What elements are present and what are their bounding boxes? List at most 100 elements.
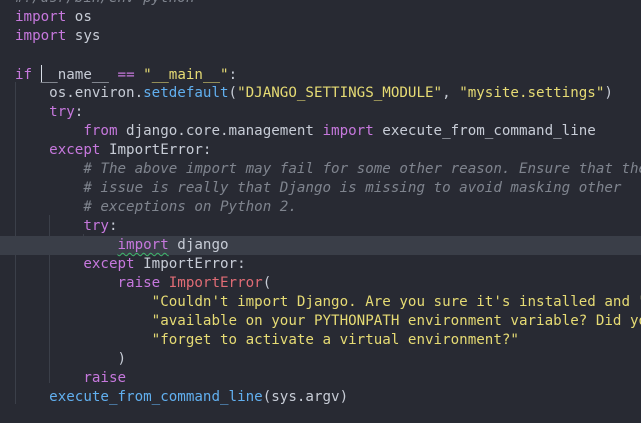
code-text: import django bbox=[15, 236, 229, 255]
code-token: "Couldn't import Django. Are you sure it… bbox=[151, 294, 641, 310]
code-line-current[interactable]: import django bbox=[0, 236, 641, 255]
code-line[interactable]: from django.core.management import execu… bbox=[0, 122, 641, 141]
code-text: try: bbox=[15, 103, 83, 122]
code-token: raise bbox=[117, 275, 161, 291]
code-editor[interactable]: #!/usr/bin/env pythonimport osimport sys… bbox=[0, 0, 641, 423]
code-token: execute_from_command_line bbox=[49, 389, 263, 405]
code-token: except bbox=[83, 256, 135, 272]
code-token: import bbox=[117, 237, 169, 253]
code-token: : bbox=[74, 104, 84, 120]
code-line[interactable]: raise ImportError( bbox=[0, 274, 641, 293]
code-text: #!/usr/bin/env python bbox=[15, 0, 194, 8]
code-text: except ImportError: bbox=[15, 141, 211, 160]
code-token: : bbox=[108, 218, 118, 234]
code-text: from django.core.management import execu… bbox=[15, 122, 596, 141]
code-text: import os bbox=[15, 8, 92, 27]
code-token: "__main__" bbox=[143, 67, 229, 83]
code-line[interactable]: try: bbox=[0, 103, 641, 122]
code-line[interactable]: import sys bbox=[0, 27, 641, 46]
code-text: os.environ.setdefault("DJANGO_SETTINGS_M… bbox=[15, 84, 613, 103]
code-token: sys bbox=[66, 28, 101, 44]
code-text: ) bbox=[15, 350, 126, 369]
code-text: # issue is really that Django is missing… bbox=[15, 179, 621, 198]
code-token: if bbox=[15, 67, 33, 83]
code-token: except bbox=[49, 142, 101, 158]
code-line[interactable]: #!/usr/bin/env python bbox=[0, 0, 641, 8]
code-text: "forget to activate a virtual environmen… bbox=[15, 331, 519, 350]
code-token: import bbox=[322, 123, 374, 139]
code-text: raise ImportError( bbox=[15, 274, 272, 293]
code-text: if __name__ == "__main__": bbox=[15, 65, 237, 85]
code-line[interactable]: "Couldn't import Django. Are you sure it… bbox=[0, 293, 641, 312]
code-token: # exceptions on Python 2. bbox=[83, 199, 297, 215]
code-token: ImportError: bbox=[100, 142, 212, 158]
code-token: ImportError bbox=[168, 275, 263, 291]
code-text: "Couldn't import Django. Are you sure it… bbox=[15, 293, 641, 312]
code-text: execute_from_command_line(sys.argv) bbox=[15, 388, 348, 407]
code-token: # issue is really that Django is missing… bbox=[83, 180, 622, 196]
code-token: setdefault bbox=[143, 85, 229, 101]
code-token: , bbox=[442, 85, 460, 101]
code-line[interactable]: try: bbox=[0, 217, 641, 236]
code-token: ImportError: bbox=[134, 256, 246, 272]
code-token: try bbox=[83, 218, 109, 234]
code-text: import sys bbox=[15, 27, 100, 46]
code-line[interactable]: if __name__ == "__main__": bbox=[0, 65, 641, 84]
code-token: "DJANGO_SETTINGS_MODULE" bbox=[237, 85, 443, 101]
code-line[interactable] bbox=[0, 46, 641, 65]
code-token: import bbox=[15, 9, 67, 25]
code-text: "available on your PYTHONPATH environmen… bbox=[15, 312, 641, 331]
code-line[interactable]: "available on your PYTHONPATH environmen… bbox=[0, 312, 641, 331]
code-token: ) bbox=[604, 85, 613, 101]
code-token: from bbox=[83, 123, 118, 139]
code-text: raise bbox=[15, 369, 126, 388]
code-line[interactable]: # The above import may fail for some oth… bbox=[0, 160, 641, 179]
code-token: : bbox=[228, 67, 238, 83]
code-line[interactable]: except ImportError: bbox=[0, 255, 641, 274]
code-text: # The above import may fail for some oth… bbox=[15, 160, 641, 179]
code-token: # The above import may fail for some oth… bbox=[83, 161, 641, 177]
code-token: #!/usr/bin/env python bbox=[15, 0, 194, 6]
code-token: execute_from_command_line bbox=[373, 123, 596, 139]
code-line[interactable]: # issue is really that Django is missing… bbox=[0, 179, 641, 198]
code-line[interactable]: import os bbox=[0, 8, 641, 27]
code-token: == bbox=[117, 67, 135, 83]
code-token: raise bbox=[83, 370, 127, 386]
code-token: __name__ bbox=[40, 67, 109, 83]
code-line[interactable]: execute_from_command_line(sys.argv) bbox=[0, 388, 641, 407]
code-line[interactable]: raise bbox=[0, 369, 641, 388]
code-token: "available on your PYTHONPATH environmen… bbox=[151, 313, 641, 329]
code-token: "forget to activate a virtual environmen… bbox=[151, 332, 519, 348]
code-line[interactable]: ) bbox=[0, 350, 641, 369]
code-text: except ImportError: bbox=[15, 255, 246, 274]
code-token: os.environ. bbox=[15, 85, 144, 101]
code-text: try: bbox=[15, 217, 118, 236]
code-token: ) bbox=[15, 351, 127, 367]
code-token: django bbox=[168, 237, 229, 253]
code-token: os bbox=[66, 9, 92, 25]
code-token: ( bbox=[262, 275, 272, 291]
code-line[interactable]: # exceptions on Python 2. bbox=[0, 198, 641, 217]
code-token: "mysite.settings" bbox=[459, 85, 605, 101]
code-line[interactable]: "forget to activate a virtual environmen… bbox=[0, 331, 641, 350]
code-token: try bbox=[49, 104, 75, 120]
code-text: # exceptions on Python 2. bbox=[15, 198, 297, 217]
code-token: (sys.argv) bbox=[262, 389, 349, 405]
code-line[interactable]: except ImportError: bbox=[0, 141, 641, 160]
code-line[interactable]: os.environ.setdefault("DJANGO_SETTINGS_M… bbox=[0, 84, 641, 103]
